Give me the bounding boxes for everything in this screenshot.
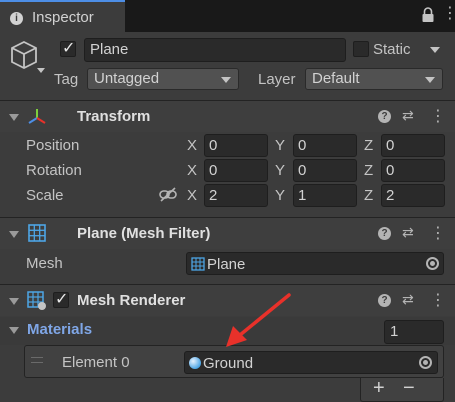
annotation-arrow [226,293,291,347]
